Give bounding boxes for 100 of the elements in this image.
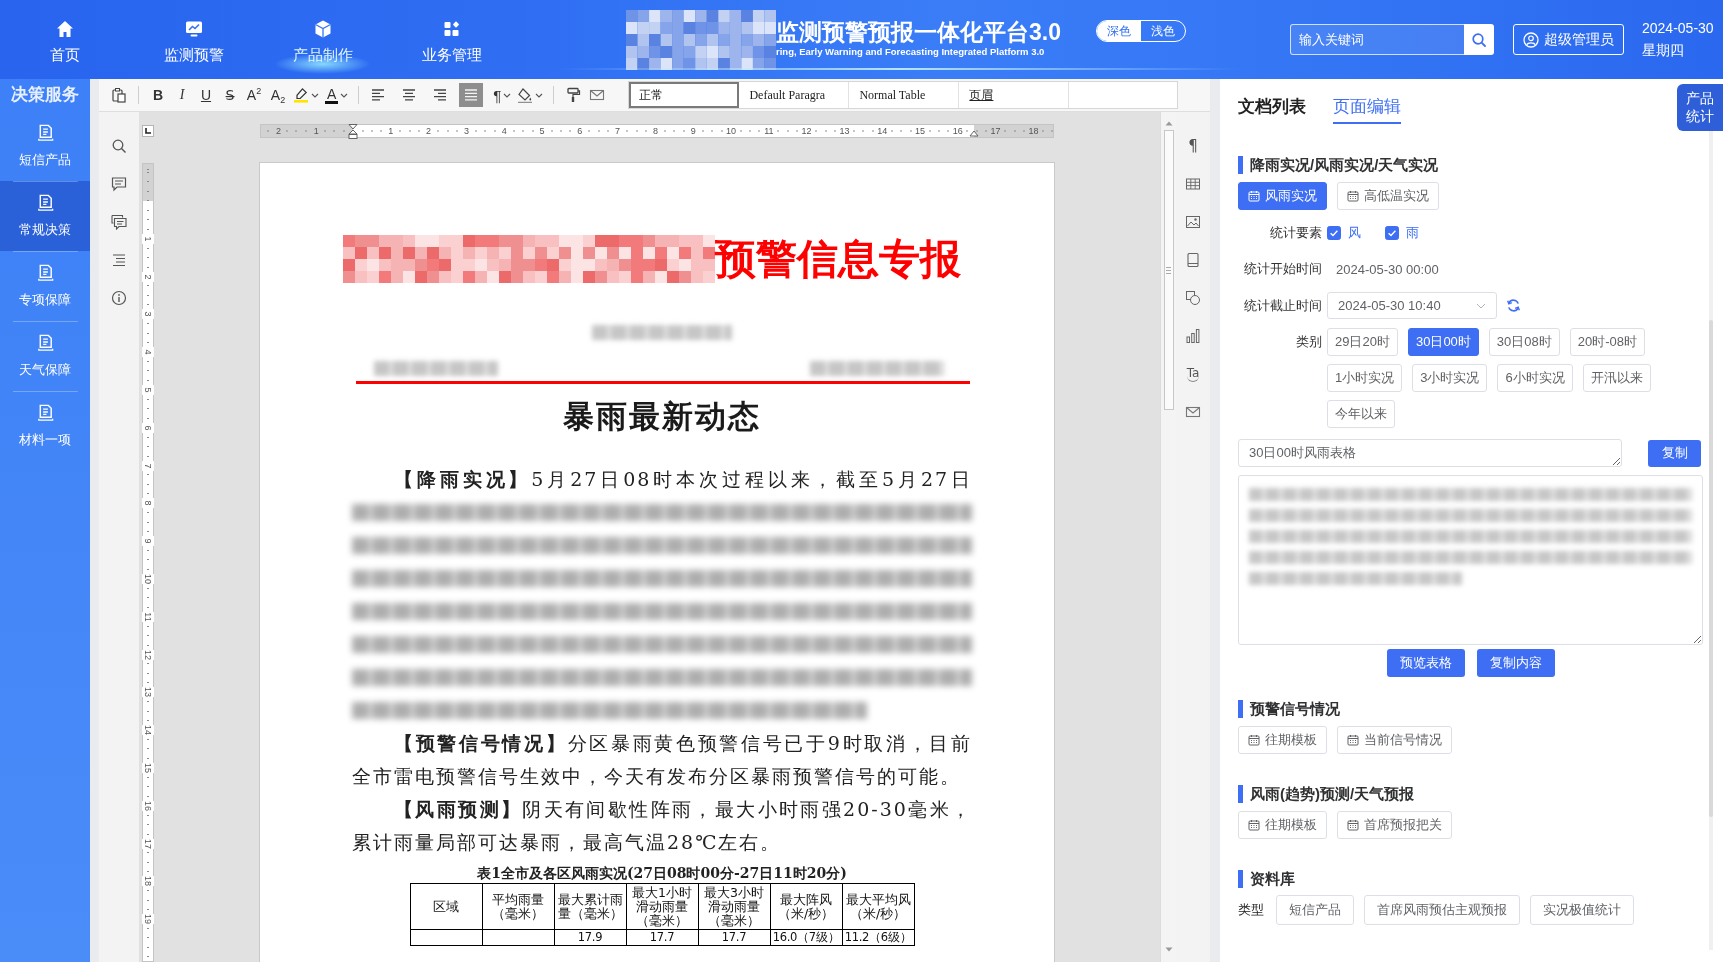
table-icon[interactable] bbox=[1185, 176, 1201, 192]
text-art-tool[interactable]: Ta bbox=[1186, 366, 1200, 382]
underline-button[interactable]: U bbox=[194, 83, 218, 107]
document-paragraph: 【风雨预测】阴天有间歇性阵雨，最大小时雨强20-30毫米，累计雨量局部可达暴雨，最高气温28℃左右。 bbox=[352, 797, 972, 855]
refresh-icon[interactable] bbox=[1506, 298, 1521, 313]
ruler-number: 13 bbox=[142, 687, 154, 698]
template-button[interactable]: 往期模板 bbox=[1238, 811, 1327, 839]
table-cell: 11.2（6级） bbox=[842, 929, 914, 946]
ruler-number: 14 bbox=[142, 725, 154, 736]
product-stats-tab[interactable]: 产品统计 bbox=[1677, 84, 1723, 131]
tab-stop-button[interactable] bbox=[142, 125, 154, 137]
template-button[interactable]: 首席预报把关 bbox=[1337, 811, 1452, 839]
page-icon[interactable] bbox=[1185, 252, 1201, 268]
table-header-cell: 平均雨量（毫米） bbox=[482, 883, 554, 930]
info-icon[interactable] bbox=[111, 290, 127, 306]
right-indent-marker-icon[interactable] bbox=[969, 130, 979, 137]
template-button[interactable]: 往期模板 bbox=[1238, 726, 1327, 754]
category-button[interactable]: 6小时实况 bbox=[1497, 364, 1573, 392]
start-time-value: 2024-05-30 00:00 bbox=[1336, 261, 1439, 277]
end-time-select[interactable]: 2024-05-30 10:40 bbox=[1327, 292, 1497, 319]
action-button[interactable]: 预览表格 bbox=[1386, 649, 1465, 677]
shapes-icon[interactable] bbox=[1185, 290, 1201, 306]
calendar-icon bbox=[1347, 734, 1359, 746]
theme-option[interactable]: 深色 bbox=[1097, 21, 1141, 41]
ruler-number: 7 bbox=[142, 460, 154, 471]
outline-icon[interactable] bbox=[111, 252, 127, 268]
paragraph-mark-tool[interactable]: ¶ bbox=[1188, 138, 1198, 154]
scroll-up-icon[interactable] bbox=[1164, 121, 1173, 126]
sidebar-item[interactable]: 常规决策 bbox=[0, 181, 90, 251]
action-button[interactable]: 复制内容 bbox=[1476, 649, 1555, 677]
category-button[interactable]: 3小时实况 bbox=[1412, 364, 1488, 392]
ruler-number: 6 bbox=[142, 422, 154, 433]
panel-tab[interactable]: 页面编辑 bbox=[1333, 95, 1401, 124]
search-field[interactable]: 输入关键词 bbox=[1290, 24, 1464, 55]
category-button[interactable]: 20时-08时 bbox=[1569, 328, 1645, 356]
sidebar-item[interactable]: 短信产品 bbox=[0, 111, 90, 181]
paragraph-mark-button[interactable]: ¶ bbox=[490, 83, 515, 107]
search-button[interactable] bbox=[1464, 24, 1494, 55]
calendar-icon bbox=[1347, 190, 1359, 202]
align-center-icon bbox=[401, 87, 418, 103]
table-name-field[interactable]: 30日00时风雨表格 bbox=[1238, 439, 1622, 467]
bold-button[interactable]: B bbox=[146, 83, 170, 107]
panel-scrollbar[interactable] bbox=[1709, 130, 1713, 950]
library-button[interactable]: 短信产品 bbox=[1276, 895, 1354, 925]
envelope-icon[interactable] bbox=[1185, 404, 1201, 420]
document-scrollbar[interactable] bbox=[1160, 112, 1176, 962]
comment-icon[interactable] bbox=[111, 176, 127, 192]
document-icon bbox=[35, 123, 55, 142]
checkbox[interactable] bbox=[1327, 226, 1341, 240]
bar-chart-icon[interactable] bbox=[1185, 328, 1201, 344]
table-header-cell: 最大3小时滑动雨量（毫米） bbox=[698, 883, 770, 930]
ruler-number: 9 bbox=[142, 536, 154, 547]
comments-icon[interactable] bbox=[111, 214, 127, 230]
scrollbar-thumb[interactable] bbox=[1163, 130, 1174, 410]
italic-button[interactable]: I bbox=[170, 83, 194, 107]
ruler-number: 1 bbox=[142, 233, 154, 244]
calendar-icon bbox=[1248, 819, 1260, 831]
category-button[interactable]: 30日08时 bbox=[1488, 328, 1560, 356]
nav-tab[interactable]: 业务管理 bbox=[387, 0, 516, 79]
mode-button[interactable]: 风雨实况 bbox=[1238, 182, 1327, 210]
copy-button[interactable]: 复制 bbox=[1648, 439, 1701, 467]
template-button[interactable]: 当前信号情况 bbox=[1337, 726, 1452, 754]
style-option[interactable]: 正常 bbox=[629, 82, 740, 108]
library-button[interactable]: 实况极值统计 bbox=[1530, 895, 1634, 925]
document-icon bbox=[35, 333, 55, 352]
table-cell: 16.0（7级） bbox=[770, 929, 842, 946]
superscript-button[interactable]: A$^{2}$ bbox=[242, 83, 266, 107]
subscript-button[interactable]: A$_{2}$ bbox=[266, 83, 290, 107]
image-icon[interactable] bbox=[1185, 214, 1201, 230]
category-button[interactable]: 开汛以来 bbox=[1582, 364, 1651, 392]
strikethrough-button[interactable]: S̶ bbox=[218, 83, 242, 107]
category-button[interactable]: 今年以来 bbox=[1327, 400, 1395, 428]
user-button[interactable]: 超级管理员 bbox=[1513, 24, 1624, 55]
panel-tab[interactable]: 文档列表 bbox=[1238, 95, 1306, 124]
category-button[interactable]: 1小时实况 bbox=[1327, 364, 1403, 392]
table-cell: 17.7 bbox=[698, 929, 770, 946]
library-button[interactable]: 首席风雨预估主观预报 bbox=[1364, 895, 1520, 925]
document-paragraph: 【降雨实况】5月27日08时本次过程以来，截至5月27日 bbox=[393, 467, 972, 492]
search-icon[interactable] bbox=[111, 138, 127, 154]
caret-icon bbox=[535, 92, 544, 98]
scrollbar-thumb[interactable] bbox=[1709, 320, 1713, 817]
checkbox[interactable] bbox=[1385, 226, 1399, 240]
mode-button[interactable]: 高低温实况 bbox=[1337, 182, 1439, 210]
nav-tab[interactable]: 监测预警 bbox=[129, 0, 258, 79]
category-button[interactable]: 29日20时 bbox=[1327, 328, 1398, 356]
checkbox-label[interactable]: 风 bbox=[1348, 224, 1361, 242]
ruler-number: 17 bbox=[989, 125, 1002, 137]
nav-tab[interactable]: 首页 bbox=[0, 0, 129, 79]
theme-option[interactable]: 浅色 bbox=[1141, 21, 1185, 41]
ruler-number: 5 bbox=[142, 385, 154, 395]
font-color-button[interactable]: A bbox=[322, 83, 352, 107]
category-button[interactable]: 30日00时 bbox=[1407, 328, 1479, 356]
ruler-number: 3 bbox=[142, 309, 154, 320]
clipboard-icon bbox=[111, 87, 127, 103]
align-justify-button[interactable] bbox=[459, 83, 484, 107]
indent-marker-icon[interactable] bbox=[348, 124, 358, 139]
checkbox-label[interactable]: 雨 bbox=[1406, 224, 1419, 242]
ruler-number: 19 bbox=[142, 914, 154, 925]
left-tab-icon bbox=[145, 128, 151, 134]
scroll-down-icon[interactable] bbox=[1164, 947, 1173, 952]
